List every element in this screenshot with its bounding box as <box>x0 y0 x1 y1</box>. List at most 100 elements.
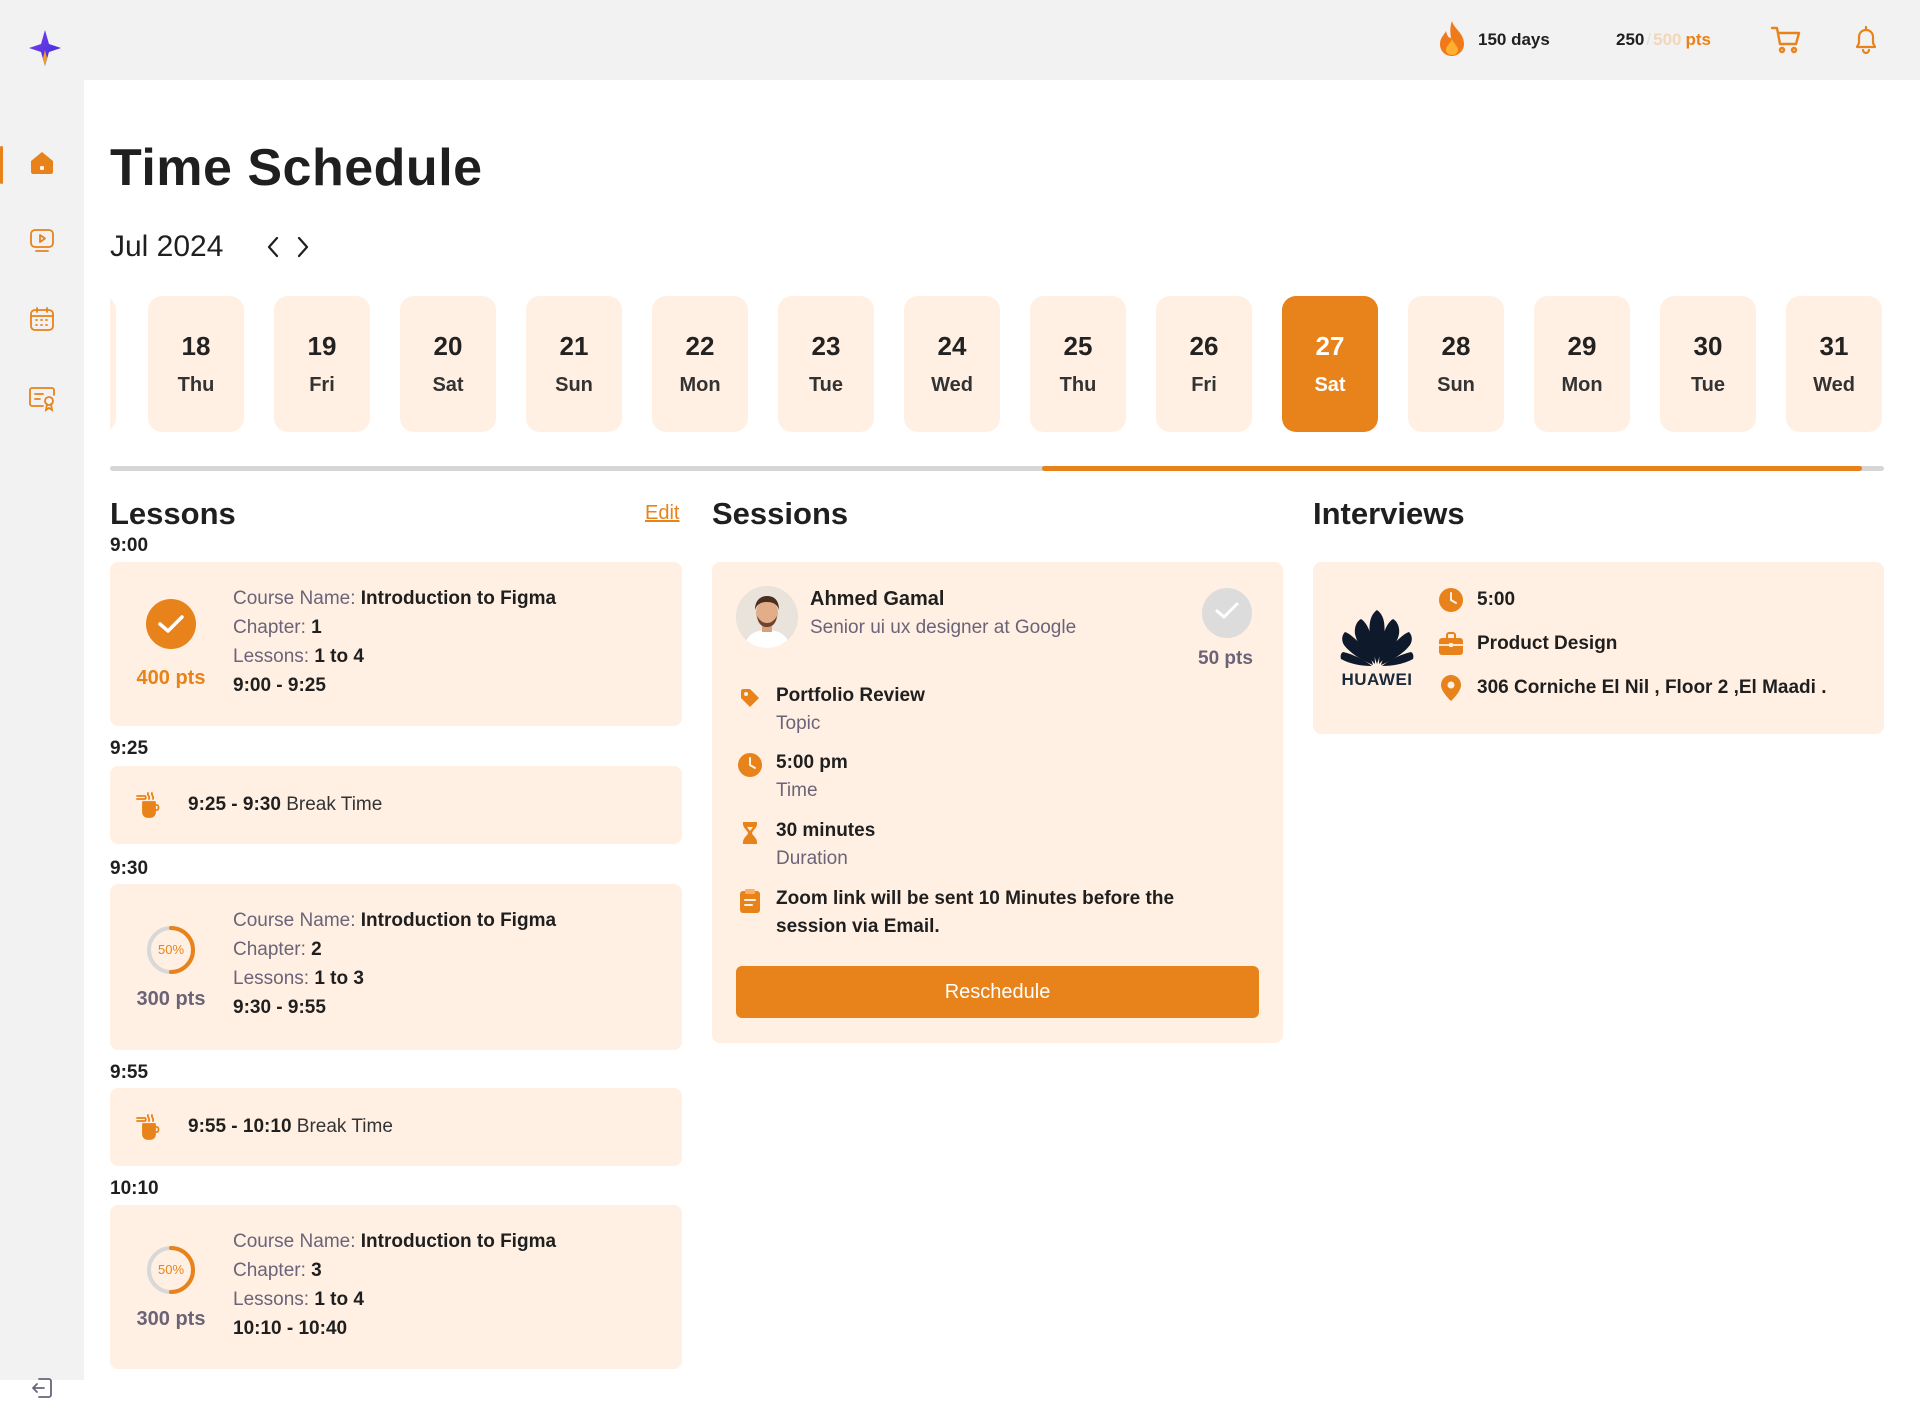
next-month-button[interactable] <box>288 232 318 266</box>
bell-icon[interactable] <box>1848 22 1884 58</box>
day-card-partial[interactable] <box>110 296 116 432</box>
day-card[interactable]: 28 Sun <box>1408 296 1504 432</box>
day-card[interactable]: 19 Fri <box>274 296 370 432</box>
logout-button[interactable] <box>0 1370 84 1410</box>
sidebar-item-calendar[interactable] <box>0 298 84 344</box>
flame-icon <box>1436 19 1468 62</box>
time-label: 10:10 <box>110 1178 159 1199</box>
chapter-number: 2 <box>311 939 322 960</box>
interview-card[interactable]: HUAWEI 5:00 Product Design 306 Corniche … <box>1313 562 1884 734</box>
lesson-points: 300 pts <box>136 1307 206 1330</box>
points-max: 500 <box>1653 30 1682 49</box>
points-current: 250 <box>1616 30 1645 49</box>
break-card[interactable]: 9:25 - 9:30 Break Time <box>110 766 682 844</box>
lesson-card[interactable]: 50% 300 pts Course Name: Introduction to… <box>110 1205 682 1369</box>
logo-icon[interactable] <box>28 28 62 68</box>
time-label: 9:25 <box>110 738 149 759</box>
top-bar: 150 days 250 / 500 pts <box>0 0 1920 80</box>
time-label: 9:00 <box>110 535 149 556</box>
day-weekday: Wed <box>931 374 973 396</box>
chevron-left-icon <box>266 235 280 264</box>
points-unit: pts <box>1685 30 1711 49</box>
lessons-range: 1 to 3 <box>314 968 364 989</box>
month-label: Jul 2024 <box>110 230 224 263</box>
duration-label: Duration <box>776 848 848 869</box>
day-card[interactable]: 21 Sun <box>526 296 622 432</box>
reschedule-button[interactable]: Reschedule <box>736 966 1259 1018</box>
day-number: 30 <box>1693 331 1723 361</box>
streak-counter: 150 days <box>1436 0 1550 80</box>
session-time: 5:00 pm Time <box>736 749 848 805</box>
session-duration: 30 minutes Duration <box>736 817 875 873</box>
day-card[interactable]: 29 Mon <box>1534 296 1630 432</box>
lessons-label: Lessons: <box>233 646 310 667</box>
day-number: 26 <box>1189 331 1219 361</box>
lessons-range: 1 to 4 <box>314 646 364 667</box>
day-card[interactable]: 25 Thu <box>1030 296 1126 432</box>
huawei-logo-icon <box>1340 610 1414 666</box>
day-weekday: Thu <box>1059 374 1097 396</box>
points-counter: 250 / 500 pts <box>1616 0 1711 80</box>
company-logo: HUAWEI <box>1337 608 1417 690</box>
day-number: 29 <box>1567 331 1597 361</box>
break-time-range: 9:55 - 10:10 <box>188 1116 292 1137</box>
day-card[interactable]: 26 Fri <box>1156 296 1252 432</box>
day-weekday: Sat <box>1314 374 1346 396</box>
cart-icon[interactable] <box>1768 22 1804 58</box>
day-card-selected[interactable]: 27 Sat <box>1282 296 1378 432</box>
day-card[interactable]: 30 Tue <box>1660 296 1756 432</box>
lesson-points: 400 pts <box>136 667 206 689</box>
break-card[interactable]: 9:55 - 10:10 Break Time <box>110 1088 682 1166</box>
time-label: 9:55 <box>110 1062 149 1083</box>
day-number: 20 <box>433 331 463 361</box>
calendar-icon <box>28 305 56 338</box>
day-card[interactable]: 22 Mon <box>652 296 748 432</box>
day-weekday: Tue <box>808 374 844 396</box>
session-complete-check[interactable] <box>1202 588 1252 638</box>
interviews-title: Interviews <box>1313 496 1465 531</box>
break-label: Break Time <box>286 794 383 815</box>
course-label: Course Name: <box>233 1231 356 1252</box>
sidebar-item-videos[interactable] <box>0 219 84 265</box>
avatar[interactable] <box>736 586 798 648</box>
lesson-card[interactable]: 400 pts Course Name: Introduction to Fig… <box>110 562 682 726</box>
progress-percent: 50% <box>157 1262 185 1277</box>
day-number: 23 <box>811 331 841 361</box>
day-card[interactable]: 18 Thu <box>148 296 244 432</box>
day-number: 24 <box>937 331 967 361</box>
chapter-label: Chapter: <box>233 1260 306 1281</box>
session-card[interactable]: Ahmed Gamal Senior ui ux designer at Goo… <box>712 562 1283 1043</box>
edit-lessons-link[interactable]: Edit <box>645 502 679 525</box>
progress-percent: 50% <box>157 942 185 957</box>
briefcase-icon <box>1437 630 1465 658</box>
lesson-details: Course Name: Introduction to Figma Chapt… <box>233 584 556 700</box>
session-topic: Portfolio Review Topic <box>736 682 925 738</box>
lesson-card[interactable]: 50% 300 pts Course Name: Introduction to… <box>110 884 682 1050</box>
day-card[interactable]: 23 Tue <box>778 296 874 432</box>
lesson-time-range: 10:10 - 10:40 <box>233 1318 348 1339</box>
day-scroll-thumb[interactable] <box>1042 466 1862 471</box>
coffee-break-icon <box>134 1112 164 1142</box>
mentor-name: Ahmed Gamal <box>810 588 945 610</box>
sidebar-item-certificates[interactable] <box>0 377 84 423</box>
day-card[interactable]: 31 Wed <box>1786 296 1882 432</box>
topic-value: Portfolio Review <box>776 685 925 706</box>
chapter-label: Chapter: <box>233 617 306 638</box>
break-text: 9:55 - 10:10 Break Time <box>188 1116 393 1138</box>
day-card[interactable]: 20 Sat <box>400 296 496 432</box>
lesson-time-range: 9:30 - 9:55 <box>233 997 326 1018</box>
day-weekday: Sun <box>1437 374 1475 396</box>
duration-value: 30 minutes <box>776 820 876 841</box>
lesson-status: 50% 300 pts <box>110 884 232 1050</box>
day-card[interactable]: 24 Wed <box>904 296 1000 432</box>
page-title: Time Schedule <box>110 139 483 197</box>
points-separator: / <box>1646 30 1652 49</box>
day-number: 21 <box>559 331 589 361</box>
day-weekday: Tue <box>1690 374 1726 396</box>
course-label: Course Name: <box>233 588 356 609</box>
sidebar-item-home[interactable] <box>0 142 84 188</box>
previous-month-button[interactable] <box>258 232 288 266</box>
check-icon <box>1214 601 1240 626</box>
lesson-status: 400 pts <box>110 562 232 726</box>
chapter-label: Chapter: <box>233 939 306 960</box>
